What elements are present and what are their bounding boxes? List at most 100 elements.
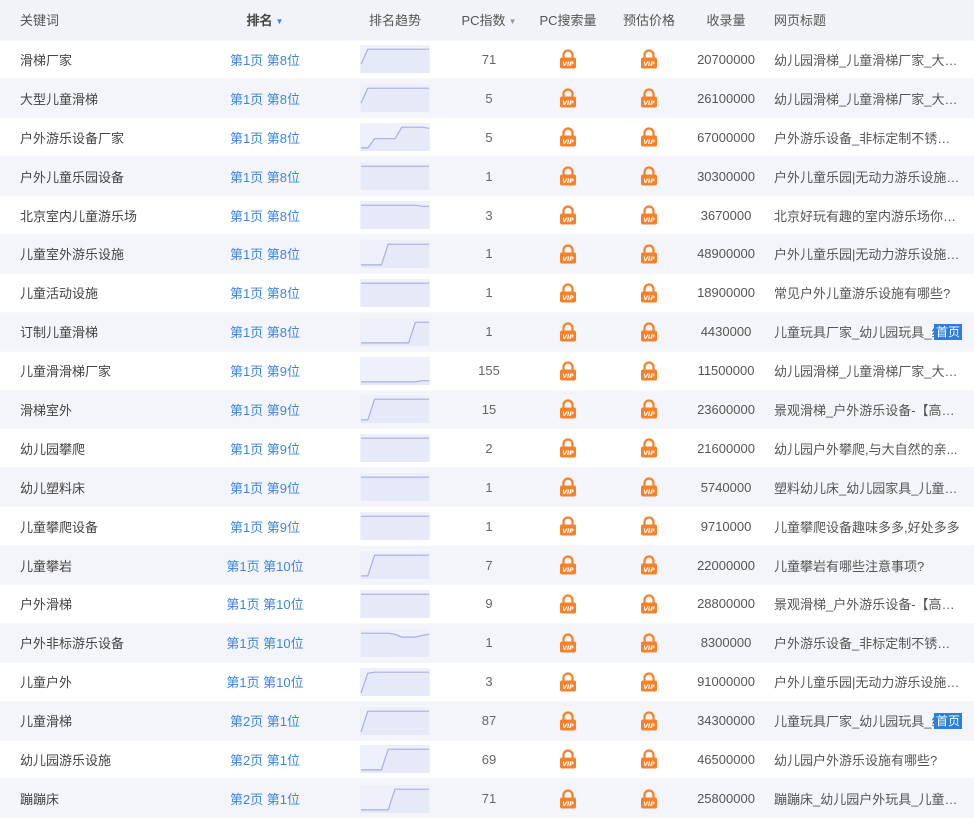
rank-trend-sparkline[interactable]: [340, 40, 450, 79]
price-vip-lock[interactable]: VIP: [608, 157, 690, 196]
price-vip-lock[interactable]: VIP: [608, 429, 690, 468]
page-title-link[interactable]: 北京好玩有趣的室内游乐场你家...: [774, 206, 960, 225]
vip-lock-icon[interactable]: VIP: [608, 127, 690, 147]
rank-link[interactable]: 第1页 第9位: [190, 429, 340, 468]
rank-link[interactable]: 第2页 第1位: [190, 701, 340, 740]
price-vip-lock[interactable]: VIP: [608, 79, 690, 118]
page-title-link[interactable]: 儿童攀爬设备趣味多多,好处多多: [774, 517, 960, 536]
rank-link[interactable]: 第1页 第8位: [190, 234, 340, 273]
page-title-link[interactable]: 塑料幼儿床_幼儿园家具_儿童床...: [774, 478, 960, 497]
vip-lock-icon[interactable]: VIP: [528, 555, 608, 575]
page-title-cell[interactable]: 常见户外儿童游乐设施有哪些?: [762, 273, 974, 312]
price-vip-lock[interactable]: VIP: [608, 118, 690, 157]
vip-lock-icon[interactable]: VIP: [528, 166, 608, 186]
vip-lock-icon[interactable]: VIP: [528, 360, 608, 381]
price-vip-lock[interactable]: VIP: [608, 662, 690, 701]
price-vip-lock[interactable]: VIP: [608, 234, 690, 273]
pc-search-vip-lock[interactable]: VIP: [528, 273, 608, 312]
page-title-link[interactable]: 幼儿园滑梯_儿童滑梯厂家_大型...: [774, 50, 960, 69]
pc-search-vip-lock[interactable]: VIP: [528, 701, 608, 740]
keyword-cell[interactable]: 儿童滑滑梯厂家: [0, 351, 190, 390]
page-title-cell[interactable]: 幼儿园户外攀爬,与大自然的亲...: [762, 429, 974, 468]
vip-lock-icon[interactable]: VIP: [608, 49, 690, 69]
rank-link[interactable]: 第1页 第9位: [190, 351, 340, 390]
vip-lock-icon[interactable]: VIP: [608, 594, 690, 614]
rank-trend-sparkline[interactable]: [340, 701, 450, 740]
vip-lock-icon[interactable]: VIP: [528, 672, 608, 692]
page-title-link[interactable]: 幼儿园滑梯_儿童滑梯厂家_大型...: [774, 361, 960, 380]
rank-trend-sparkline[interactable]: [340, 623, 450, 662]
page-title-link[interactable]: 蹦蹦床_幼儿园户外玩具_儿童户...: [774, 789, 960, 808]
keyword-cell[interactable]: 大型儿童滑梯: [0, 79, 190, 118]
vip-lock-icon[interactable]: VIP: [528, 88, 608, 108]
rank-link[interactable]: 第1页 第10位: [190, 546, 340, 585]
price-vip-lock[interactable]: VIP: [608, 40, 690, 79]
price-vip-lock[interactable]: VIP: [608, 740, 690, 779]
rank-link[interactable]: 第2页 第1位: [190, 740, 340, 779]
rank-trend-sparkline[interactable]: [340, 546, 450, 585]
vip-lock-icon[interactable]: VIP: [528, 283, 608, 303]
rank-link[interactable]: 第1页 第9位: [190, 390, 340, 429]
page-title-cell[interactable]: 儿童攀爬设备趣味多多,好处多多: [762, 507, 974, 546]
pc-search-vip-lock[interactable]: VIP: [528, 351, 608, 390]
price-vip-lock[interactable]: VIP: [608, 273, 690, 312]
pc-search-vip-lock[interactable]: VIP: [528, 196, 608, 235]
rank-link[interactable]: 第1页 第9位: [190, 507, 340, 546]
vip-lock-icon[interactable]: VIP: [608, 749, 690, 769]
price-vip-lock[interactable]: VIP: [608, 584, 690, 623]
vip-lock-icon[interactable]: VIP: [608, 283, 690, 303]
pc-search-vip-lock[interactable]: VIP: [528, 234, 608, 273]
page-title-cell[interactable]: 户外儿童乐园|无动力游乐设施|...: [762, 157, 974, 196]
pc-search-vip-lock[interactable]: VIP: [528, 468, 608, 507]
rank-trend-sparkline[interactable]: [340, 273, 450, 312]
vip-lock-icon[interactable]: VIP: [528, 477, 608, 497]
vip-lock-icon[interactable]: VIP: [608, 166, 690, 186]
page-title-link[interactable]: 户外儿童乐园|无动力游乐设施|...: [774, 167, 960, 186]
price-vip-lock[interactable]: VIP: [608, 390, 690, 429]
price-vip-lock[interactable]: VIP: [608, 701, 690, 740]
price-vip-lock[interactable]: VIP: [608, 546, 690, 585]
vip-lock-icon[interactable]: VIP: [608, 88, 690, 108]
page-title-cell[interactable]: 儿童玩具厂家_幼儿园玩具_组 首页: [762, 312, 974, 351]
sort-down-arrow-icon[interactable]: ▼: [276, 17, 284, 26]
rank-link[interactable]: 第1页 第8位: [190, 312, 340, 351]
page-title-cell[interactable]: 户外儿童乐园|无动力游乐设施|...: [762, 234, 974, 273]
vip-lock-icon[interactable]: VIP: [528, 399, 608, 419]
page-title-link[interactable]: 户外儿童乐园|无动力游乐设施|...: [774, 244, 960, 263]
keyword-cell[interactable]: 儿童攀岩: [0, 546, 190, 585]
rank-link[interactable]: 第1页 第8位: [190, 157, 340, 196]
page-title-link[interactable]: 幼儿园滑梯_儿童滑梯厂家_大型...: [774, 89, 960, 108]
rank-trend-sparkline[interactable]: [340, 779, 450, 818]
vip-lock-icon[interactable]: VIP: [608, 516, 690, 536]
rank-link[interactable]: 第1页 第8位: [190, 118, 340, 157]
rank-trend-sparkline[interactable]: [340, 390, 450, 429]
page-title-cell[interactable]: 户外游乐设备_非标定制不锈钢...: [762, 118, 974, 157]
rank-trend-sparkline[interactable]: [340, 584, 450, 623]
keyword-cell[interactable]: 户外滑梯: [0, 584, 190, 623]
vip-lock-icon[interactable]: VIP: [608, 399, 690, 419]
vip-lock-icon[interactable]: VIP: [608, 438, 690, 458]
vip-lock-icon[interactable]: VIP: [528, 322, 608, 342]
page-title-link[interactable]: 儿童攀岩有哪些注意事项?: [774, 556, 960, 575]
vip-lock-icon[interactable]: VIP: [528, 127, 608, 147]
header-rank[interactable]: 排名 ▼: [190, 0, 340, 40]
header-pc-index[interactable]: PC指数 ▼: [450, 0, 528, 40]
price-vip-lock[interactable]: VIP: [608, 312, 690, 351]
pc-search-vip-lock[interactable]: VIP: [528, 40, 608, 79]
rank-trend-sparkline[interactable]: [340, 234, 450, 273]
pc-search-vip-lock[interactable]: VIP: [528, 623, 608, 662]
vip-lock-icon[interactable]: VIP: [608, 244, 690, 264]
pc-search-vip-lock[interactable]: VIP: [528, 157, 608, 196]
price-vip-lock[interactable]: VIP: [608, 351, 690, 390]
page-title-cell[interactable]: 儿童玩具厂家_幼儿园玩具_组 首页: [762, 701, 974, 740]
keyword-cell[interactable]: 儿童室外游乐设施: [0, 234, 190, 273]
rank-link[interactable]: 第1页 第8位: [190, 273, 340, 312]
page-title-link[interactable]: 户外儿童乐园|无动力游乐设施|...: [774, 672, 960, 691]
pc-search-vip-lock[interactable]: VIP: [528, 779, 608, 818]
rank-link[interactable]: 第1页 第10位: [190, 662, 340, 701]
vip-lock-icon[interactable]: VIP: [528, 516, 608, 536]
page-title-link[interactable]: 幼儿园户外攀爬,与大自然的亲...: [774, 439, 960, 458]
page-title-cell[interactable]: 儿童攀岩有哪些注意事项?: [762, 546, 974, 585]
pc-search-vip-lock[interactable]: VIP: [528, 312, 608, 351]
keyword-cell[interactable]: 幼儿塑料床: [0, 468, 190, 507]
